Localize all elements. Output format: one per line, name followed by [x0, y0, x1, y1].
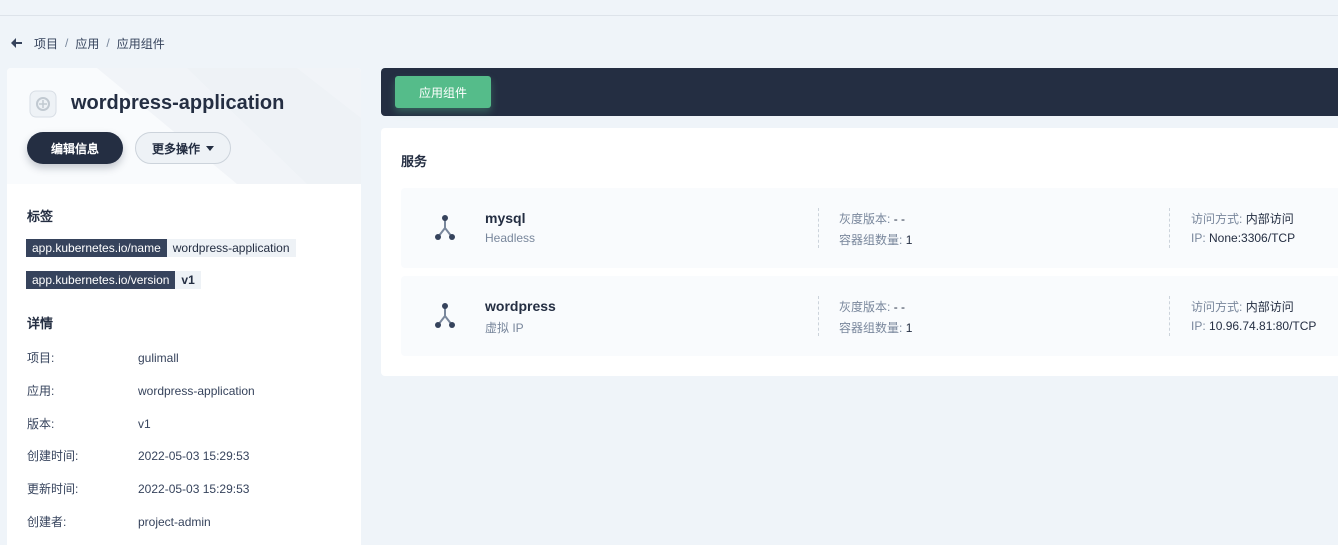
app-icon — [27, 88, 59, 120]
label-value: v1 — [175, 271, 201, 289]
services-title: 服务 — [401, 154, 428, 169]
breadcrumb-apps[interactable]: 应用 — [75, 35, 99, 52]
tab-app-components[interactable]: 应用组件 — [395, 76, 491, 108]
detail-label: 创建时间: — [27, 449, 79, 463]
details-title: 详情 — [27, 316, 54, 331]
top-bar — [0, 0, 1338, 16]
breadcrumb-separator: / — [65, 36, 69, 50]
detail-value: 2022-05-03 15:29:53 — [138, 482, 250, 496]
divider — [818, 296, 819, 336]
app-header: wordpress-application 编辑信息 更多操作 — [7, 68, 361, 184]
pod-count: 容器组数量: 1 — [839, 233, 913, 247]
detail-row-created: 创建时间: 2022-05-03 15:29:53 — [27, 448, 347, 464]
service-ip: IP: 10.96.74.81:80/TCP — [1191, 319, 1317, 333]
detail-label: 更新时间: — [27, 482, 79, 496]
detail-value: 2022-05-03 15:29:53 — [138, 449, 250, 463]
header-decoration — [97, 68, 361, 184]
access-mode: 访问方式: 内部访问 — [1191, 212, 1294, 226]
breadcrumb-project[interactable]: 项目 — [34, 35, 58, 52]
detail-row-version: 版本: v1 — [27, 416, 347, 432]
service-name[interactable]: mysql — [485, 210, 525, 226]
gray-version: 灰度版本: - - — [839, 300, 906, 314]
divider — [1169, 208, 1170, 248]
breadcrumb-current: 应用组件 — [116, 36, 165, 51]
caret-down-icon — [206, 145, 214, 151]
detail-label: 版本: — [27, 417, 55, 431]
more-actions-label: 更多操作 — [151, 141, 200, 156]
detail-value: project-admin — [138, 515, 211, 529]
services-card: 服务 mysql Headless 灰度版本: - - 容器组数量: 1 访问方… — [381, 128, 1338, 376]
service-item-wordpress[interactable]: wordpress 虚拟 IP 灰度版本: - - 容器组数量: 1 访问方式:… — [401, 276, 1338, 356]
label-tag: app.kubernetes.io/name wordpress-applica… — [26, 239, 296, 257]
service-item-mysql[interactable]: mysql Headless 灰度版本: - - 容器组数量: 1 访问方式: … — [401, 188, 1338, 268]
breadcrumb: 项目 / 应用 / 应用组件 — [8, 34, 165, 52]
service-icon — [431, 213, 459, 243]
more-actions-button[interactable]: 更多操作 — [135, 132, 231, 164]
detail-label: 创建者: — [27, 515, 67, 529]
detail-row-project: 项目: gulimall — [27, 350, 347, 366]
back-icon[interactable] — [8, 34, 26, 52]
detail-label: 应用: — [27, 384, 55, 398]
label-key: app.kubernetes.io/name — [26, 239, 167, 257]
service-type: Headless — [485, 231, 536, 245]
detail-value: wordpress-application — [138, 384, 255, 398]
component-toolbar: 应用组件 — [381, 68, 1338, 116]
access-mode: 访问方式: 内部访问 — [1191, 300, 1294, 314]
service-name[interactable]: wordpress — [485, 298, 556, 314]
divider — [1169, 296, 1170, 336]
detail-value: gulimall — [138, 351, 179, 365]
app-info-panel: wordpress-application 编辑信息 更多操作 标签 app.k… — [7, 68, 361, 545]
label-tag: app.kubernetes.io/version v1 — [26, 271, 201, 289]
divider — [818, 208, 819, 248]
labels-title: 标签 — [27, 209, 54, 224]
label-key: app.kubernetes.io/version — [26, 271, 176, 289]
service-ip: IP: None:3306/TCP — [1191, 231, 1296, 245]
label-value: wordpress-application — [166, 239, 296, 257]
detail-row-app: 应用: wordpress-application — [27, 383, 347, 399]
detail-row-creator: 创建者: project-admin — [27, 514, 347, 530]
app-name: wordpress-application — [71, 92, 285, 114]
pod-count: 容器组数量: 1 — [839, 321, 913, 335]
detail-label: 项目: — [27, 351, 55, 365]
edit-info-button[interactable]: 编辑信息 — [27, 132, 123, 164]
detail-value: v1 — [138, 417, 151, 431]
service-icon — [431, 301, 459, 331]
gray-version: 灰度版本: - - — [839, 212, 906, 226]
service-type: 虚拟 IP — [485, 321, 524, 335]
breadcrumb-separator: / — [106, 36, 110, 50]
detail-row-updated: 更新时间: 2022-05-03 15:29:53 — [27, 481, 347, 497]
